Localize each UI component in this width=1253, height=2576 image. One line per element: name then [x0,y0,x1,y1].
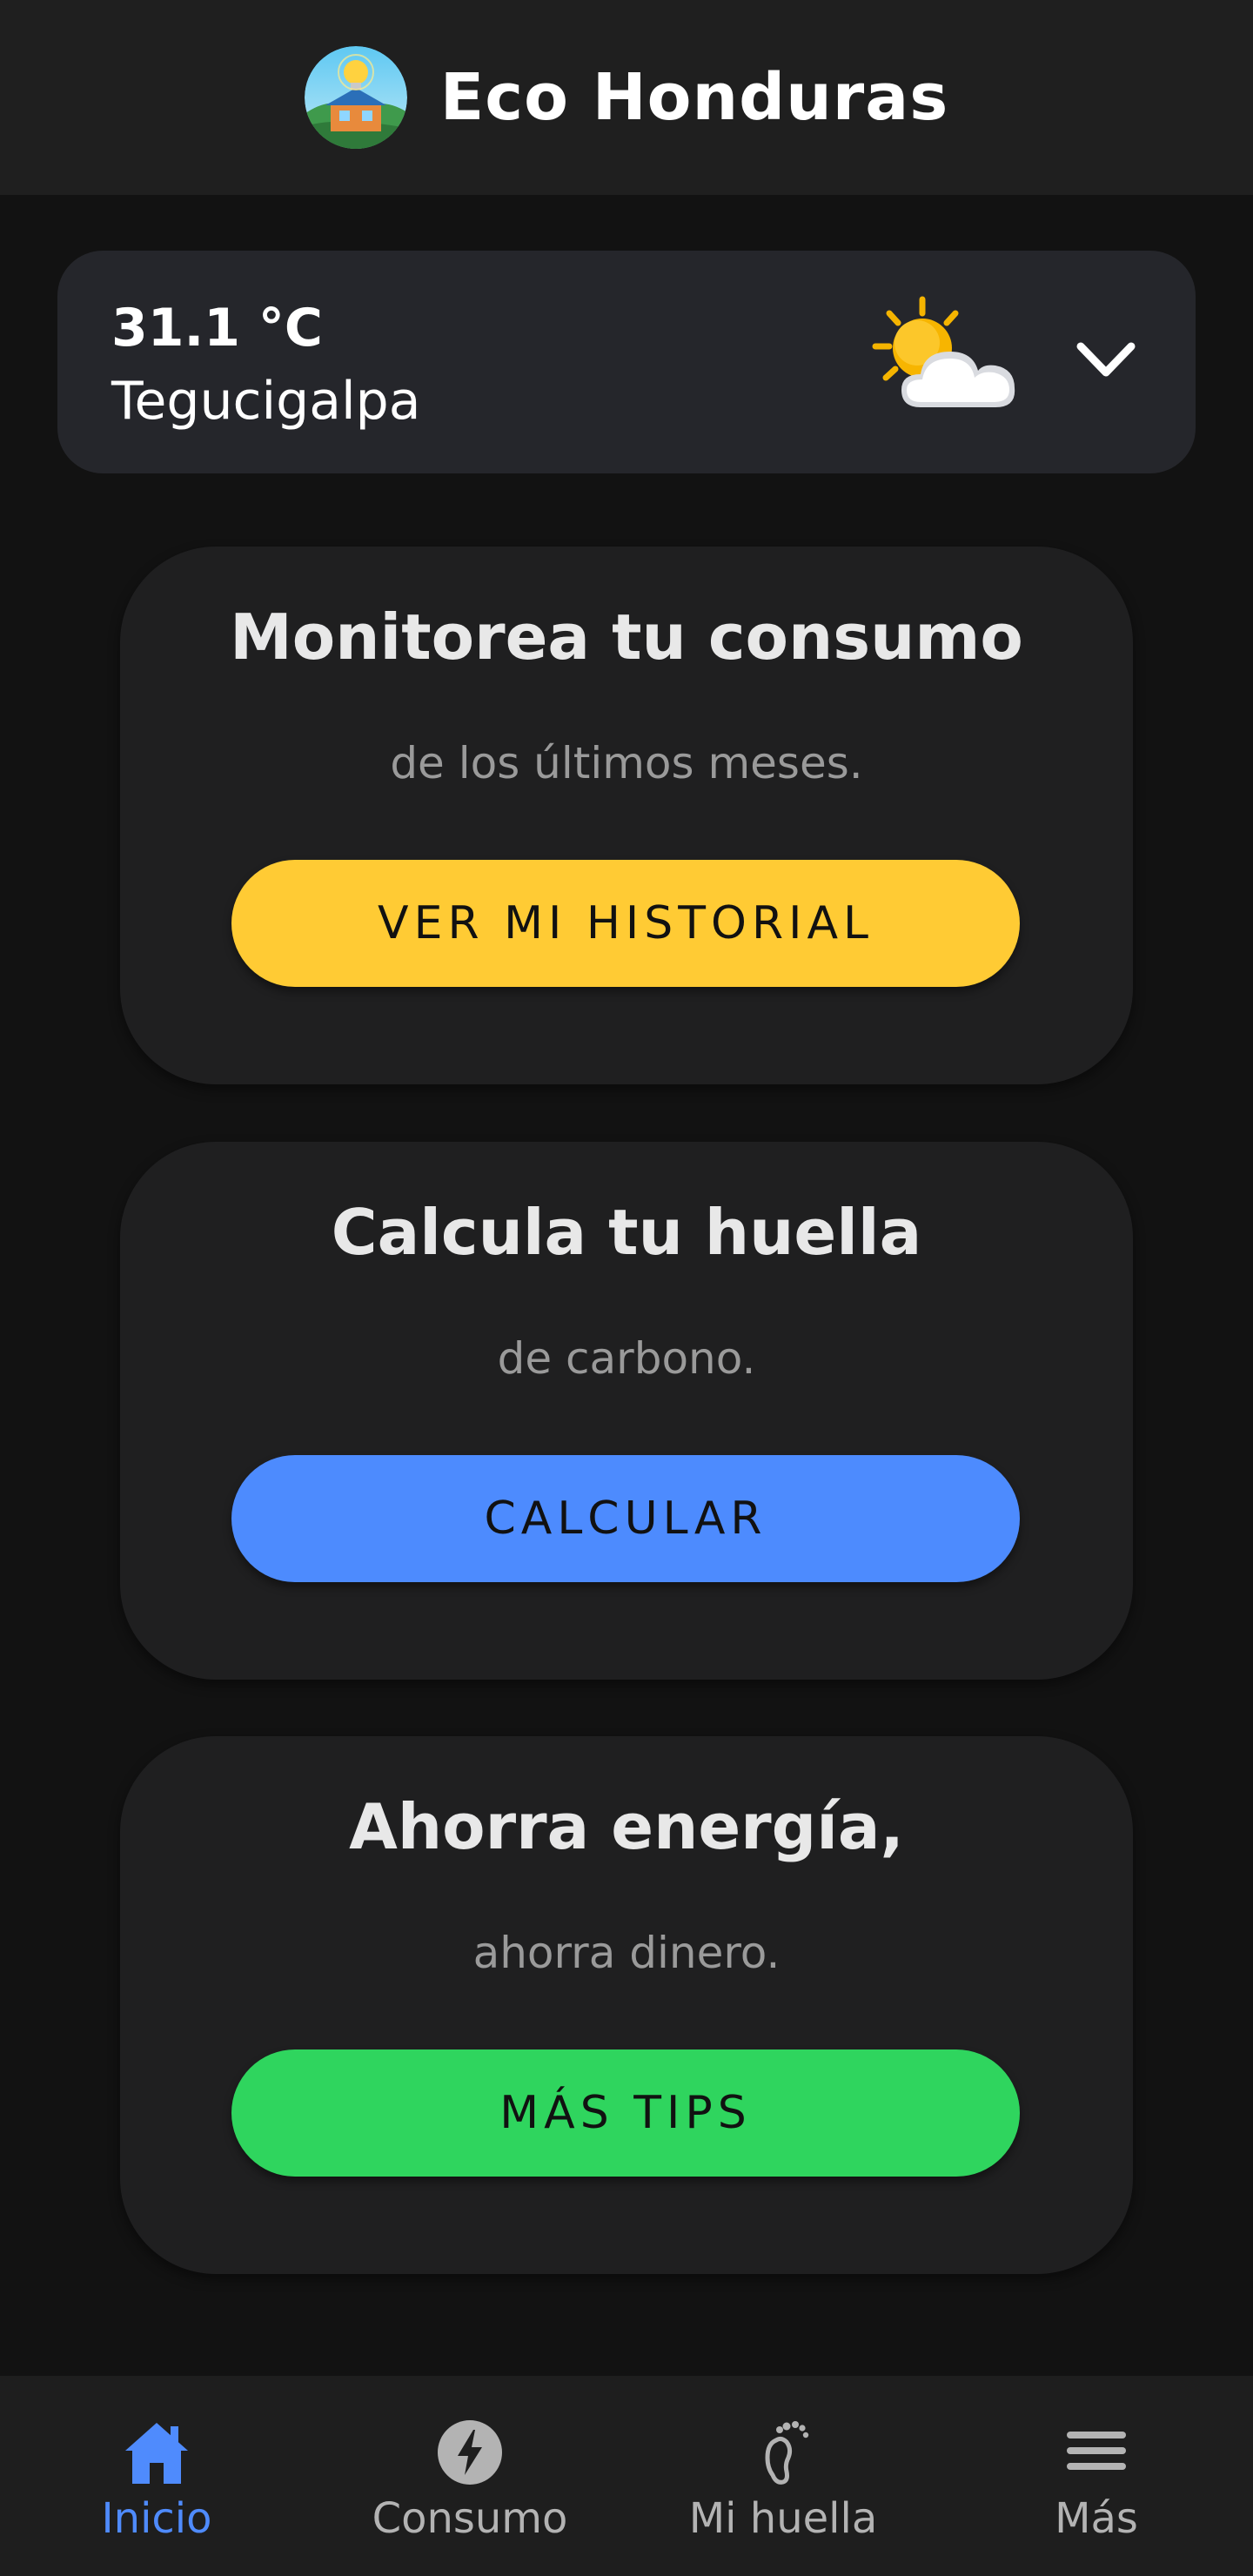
chevron-down-icon[interactable] [1067,320,1145,399]
nav-label: Inicio [101,2494,212,2543]
footprint-icon [748,2418,818,2487]
house-lightbulb-logo [304,46,407,149]
app-title: Eco Honduras [439,60,949,135]
menu-icon [1062,2418,1131,2487]
consumption-card: Monitorea tu consumo de los últimos mese… [120,547,1133,1084]
more-tips-button[interactable]: MÁS TIPS [231,2049,1020,2177]
nav-label: Consumo [372,2494,568,2543]
nav-item-mi-huella[interactable]: Mi huella [626,2376,940,2576]
card-title: Monitorea tu consumo [230,600,1023,674]
card-subtitle: de carbono. [497,1333,756,1384]
calculate-button[interactable]: CALCULAR [231,1455,1020,1582]
temperature: 31.1 °C [111,298,323,359]
partly-sunny-icon [867,294,1041,425]
card-subtitle: ahorra dinero. [472,1928,781,1978]
card-title: Ahorra energía, [349,1790,904,1863]
nav-label: Más [1055,2494,1138,2543]
nav-label: Mi huella [688,2494,878,2543]
bottom-navigation: Inicio Consumo Mi huella Más [0,2376,1253,2576]
nav-item-mas[interactable]: Más [940,2376,1253,2576]
nav-item-consumo[interactable]: Consumo [313,2376,626,2576]
card-subtitle: de los últimos meses. [390,738,863,788]
weather-card[interactable]: 31.1 °C Tegucigalpa [57,251,1196,473]
view-history-button[interactable]: VER MI HISTORIAL [231,860,1020,987]
city-name: Tegucigalpa [111,371,421,432]
app-header: Eco Honduras [0,0,1253,195]
footprint-card: Calcula tu huella de carbono. CALCULAR [120,1142,1133,1680]
tips-card: Ahorra energía, ahorra dinero. MÁS TIPS [120,1736,1133,2274]
home-icon [122,2418,191,2487]
card-title: Calcula tu huella [331,1196,922,1269]
nav-item-inicio[interactable]: Inicio [0,2376,313,2576]
lightning-icon [435,2418,505,2487]
